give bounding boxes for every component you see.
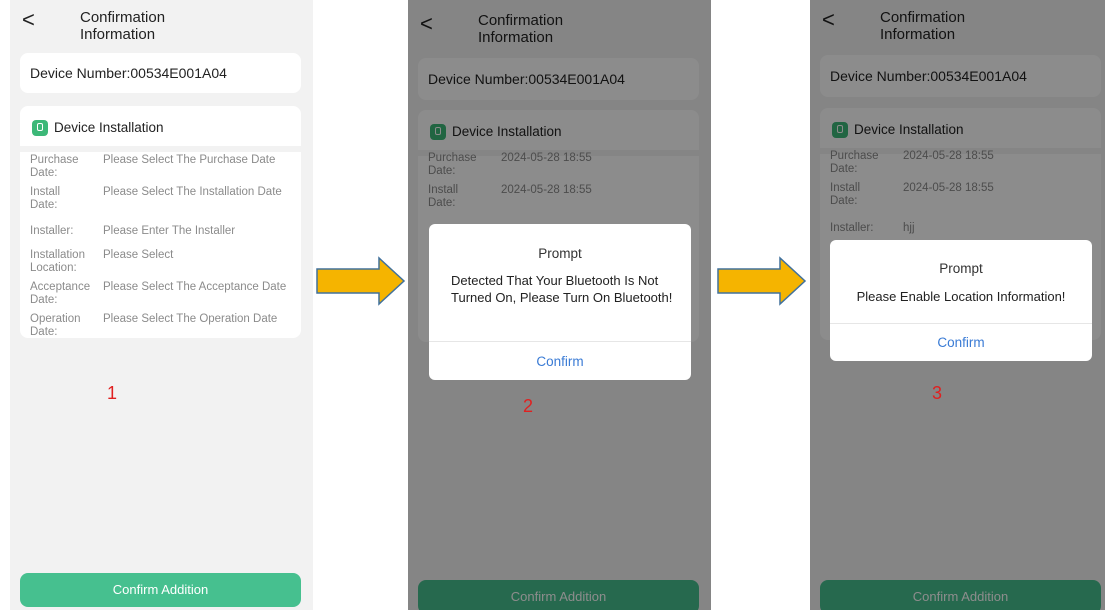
device-installation-card: Device Installation Purchase Date: Pleas… bbox=[20, 106, 301, 338]
back-button[interactable]: < bbox=[22, 8, 35, 32]
dialog-confirm-button[interactable]: Confirm bbox=[429, 354, 691, 369]
field-label: Installation Location: bbox=[30, 249, 85, 274]
device-number-card: Device Number:00534E001A04 bbox=[20, 53, 301, 93]
field-label: Purchase Date: bbox=[30, 154, 79, 179]
install-date-picker[interactable]: Please Select The Installation Date bbox=[103, 186, 293, 199]
arrow-right-icon bbox=[316, 256, 406, 306]
dialog-confirm-button[interactable]: Confirm bbox=[830, 335, 1092, 350]
step-number: 1 bbox=[107, 383, 118, 403]
screen-2: < Confirmation Information Device Number… bbox=[408, 0, 711, 610]
dialog-divider bbox=[830, 323, 1092, 324]
screen-1: < Confirmation Information Device Number… bbox=[10, 0, 313, 610]
bluetooth-prompt-dialog: Prompt Detected That Your Bluetooth Is N… bbox=[429, 224, 691, 380]
installation-heading: Device Installation bbox=[54, 120, 164, 135]
dialog-divider bbox=[429, 341, 691, 342]
divider bbox=[20, 146, 301, 152]
field-label: Installer: bbox=[30, 225, 74, 237]
screen-3: < Confirmation Information Device Number… bbox=[810, 0, 1105, 610]
step-number: 3 bbox=[932, 383, 943, 403]
field-label: Operation Date: bbox=[30, 313, 81, 338]
field-label: Install Date: bbox=[30, 186, 61, 211]
field-label: Acceptance Date: bbox=[30, 281, 91, 306]
dialog-message: Detected That Your Bluetooth Is Not Turn… bbox=[451, 273, 673, 305]
purchase-date-picker[interactable]: Please Select The Purchase Date bbox=[103, 154, 293, 167]
dialog-title: Prompt bbox=[538, 246, 582, 261]
device-icon bbox=[32, 120, 48, 136]
step-number: 2 bbox=[523, 396, 534, 416]
dialog-message: Please Enable Location Information! bbox=[856, 289, 1066, 304]
operation-date-picker[interactable]: Please Select The Operation Date bbox=[103, 313, 293, 326]
header: < Confirmation Information bbox=[10, 0, 313, 46]
acceptance-date-picker[interactable]: Please Select The Acceptance Date bbox=[103, 281, 293, 294]
location-prompt-dialog: Prompt Please Enable Location Informatio… bbox=[830, 240, 1092, 361]
installer-input[interactable]: Please Enter The Installer bbox=[103, 225, 293, 238]
installation-header: Device Installation bbox=[32, 118, 164, 138]
arrow-right-icon bbox=[717, 256, 807, 306]
dialog-title: Prompt bbox=[939, 261, 983, 276]
confirm-addition-button[interactable]: Confirm Addition bbox=[20, 573, 301, 607]
page-title: Confirmation Information bbox=[80, 9, 166, 43]
installation-location-select[interactable]: Please Select bbox=[103, 249, 293, 262]
